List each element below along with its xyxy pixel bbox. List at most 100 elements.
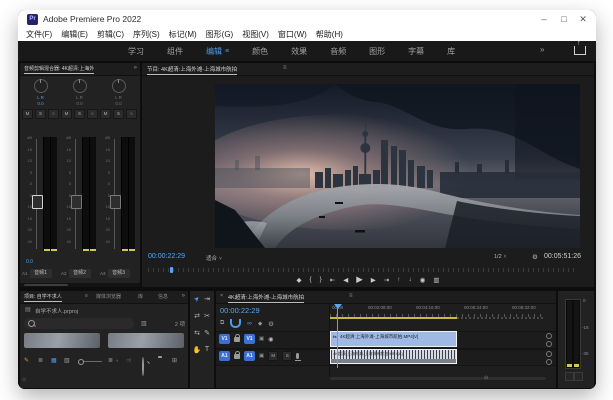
- mark-in-button[interactable]: {: [309, 276, 311, 283]
- menu-edit[interactable]: 编辑(E): [61, 29, 88, 40]
- mixer-scrollbar[interactable]: [20, 283, 140, 287]
- project-overflow-icon[interactable]: »: [182, 293, 185, 299]
- menu-clip[interactable]: 剪辑(C): [97, 29, 124, 40]
- quick-export-icon[interactable]: [574, 46, 586, 55]
- workspace-tab-assembly[interactable]: 组件: [167, 46, 183, 57]
- target-track-v1[interactable]: V1: [244, 334, 255, 344]
- target-track-a1[interactable]: A1: [244, 351, 255, 361]
- video-clip[interactable]: fx 4K超清:上海外滩-上海城市航拍.MP4[V]: [330, 331, 457, 347]
- step-forward-button[interactable]: ▶: [371, 276, 376, 284]
- track-scroll-handle[interactable]: [546, 341, 552, 347]
- scrollbar-center-dot[interactable]: ⊙: [484, 375, 488, 381]
- maximize-button[interactable]: □: [556, 12, 572, 26]
- pan-knob[interactable]: [73, 79, 87, 93]
- workspace-overflow-icon[interactable]: »: [540, 45, 544, 54]
- lock-icon[interactable]: [234, 354, 240, 359]
- timeline-add-marker-icon[interactable]: ◆: [258, 321, 262, 327]
- work-area-bar[interactable]: [330, 317, 457, 319]
- razor-tool[interactable]: ✂: [204, 312, 210, 320]
- list-view-icon[interactable]: ≣: [38, 357, 43, 364]
- play-button[interactable]: ▶: [356, 274, 363, 285]
- program-current-timecode[interactable]: 00:00:22:29: [148, 253, 185, 260]
- menu-view[interactable]: 视图(V): [242, 29, 269, 40]
- add-marker-button[interactable]: ◆: [296, 276, 301, 284]
- workspace-tab-color[interactable]: 颜色: [252, 46, 268, 57]
- go-to-in-button[interactable]: ⇤: [330, 276, 335, 284]
- timeline-settings-icon[interactable]: ⚙: [268, 320, 274, 328]
- program-scrubber[interactable]: [148, 268, 578, 272]
- fit-dropdown[interactable]: 适合˅: [206, 254, 222, 262]
- pan-value[interactable]: 0.0: [100, 101, 137, 106]
- timeline-panel-menu-icon[interactable]: ≡: [349, 293, 353, 299]
- ripple-edit-tool[interactable]: ⇄: [194, 312, 200, 320]
- media-browser-tab[interactable]: 媒体浏览器: [96, 293, 121, 300]
- automate-to-sequence-icon[interactable]: ⇉: [126, 357, 131, 364]
- mixer-overflow-icon[interactable]: »: [134, 65, 137, 71]
- timeline-timecode[interactable]: 00:00:22:29: [220, 306, 260, 315]
- timeline-scrollbar[interactable]: ⊙: [330, 377, 546, 380]
- fader-handle[interactable]: [110, 195, 121, 209]
- sync-lock-icon[interactable]: ▣: [259, 353, 264, 359]
- audio-clip[interactable]: 4K超清:上海外滩-上海城市航拍.MP4[A]: [330, 349, 457, 364]
- pan-value[interactable]: 0.0: [22, 101, 59, 106]
- export-frame-button[interactable]: ◉: [420, 276, 426, 284]
- menu-graphics[interactable]: 图形(G): [206, 29, 234, 40]
- extract-button[interactable]: ↓: [408, 276, 411, 283]
- keyframe-button[interactable]: ○: [87, 109, 98, 119]
- solo-button[interactable]: S: [74, 109, 85, 119]
- new-item-icon[interactable]: ⊞: [172, 357, 177, 364]
- minimize-button[interactable]: –: [536, 12, 552, 26]
- workspace-tab-libraries[interactable]: 库: [447, 46, 455, 57]
- playhead-line[interactable]: [337, 304, 338, 368]
- source-patch-v1[interactable]: V1: [219, 334, 230, 344]
- solo-button[interactable]: S: [35, 109, 46, 119]
- project-item-thumbnail-2[interactable]: [108, 333, 184, 348]
- linked-selection-icon[interactable]: ∞: [247, 320, 252, 327]
- timeline-tab-close-icon[interactable]: ×: [220, 293, 223, 299]
- snap-toggle-icon[interactable]: [230, 319, 241, 328]
- mixer-tab[interactable]: 音频剪辑混合器: 4K超清:上海外: [24, 65, 94, 74]
- type-tool[interactable]: T: [205, 346, 209, 354]
- zoom-slider-handle[interactable]: [78, 359, 84, 365]
- workspace-tab-captions[interactable]: 字幕: [408, 46, 424, 57]
- timeline-tab[interactable]: 4K超清:上海外滩-上海城市航拍: [228, 293, 304, 303]
- track-scroll-handle[interactable]: [546, 359, 552, 365]
- source-patch-a1[interactable]: A1: [219, 351, 230, 361]
- find-icon[interactable]: [142, 357, 144, 376]
- lock-icon[interactable]: [234, 337, 240, 342]
- menu-file[interactable]: 文件(F): [26, 29, 52, 40]
- program-monitor-tab[interactable]: 节目: 4K超清:上海外滩-上海城市航拍: [147, 65, 237, 75]
- sync-lock-icon[interactable]: ▣: [259, 336, 264, 342]
- mute-button[interactable]: M: [100, 109, 111, 119]
- libraries-tab[interactable]: 库: [138, 293, 143, 300]
- mute-button[interactable]: M: [22, 109, 33, 119]
- project-item-thumbnail-1[interactable]: [24, 333, 100, 348]
- breadcrumb[interactable]: 自学不求人.prproj: [35, 307, 78, 315]
- workspace-tab-learning[interactable]: 学习: [128, 46, 144, 57]
- workspace-tab-menu-icon[interactable]: ≡: [225, 48, 229, 55]
- pan-knob[interactable]: [112, 79, 126, 93]
- writable-indicator-icon[interactable]: ✎: [24, 357, 29, 364]
- comparison-view-button[interactable]: ▥: [433, 276, 439, 284]
- workspace-tab-effects[interactable]: 效果: [291, 46, 307, 57]
- go-to-out-button[interactable]: ⇥: [384, 276, 389, 284]
- project-panel-menu-icon[interactable]: ≡: [85, 293, 88, 299]
- icon-view-icon[interactable]: ▦: [51, 357, 57, 364]
- hand-tool[interactable]: ✋: [193, 346, 202, 354]
- pan-knob[interactable]: [34, 79, 48, 93]
- video-preview[interactable]: [215, 84, 580, 248]
- playhead-head[interactable]: [334, 304, 342, 309]
- freeform-view-icon[interactable]: ▧: [64, 357, 70, 364]
- solo-left-button[interactable]: [565, 372, 574, 381]
- info-tab[interactable]: 信息: [158, 293, 168, 300]
- pan-value[interactable]: 0.0: [61, 101, 98, 106]
- toggle-track-output-eye-icon[interactable]: ◉: [268, 336, 273, 343]
- solo-button[interactable]: S: [113, 109, 124, 119]
- monitor-settings-icon[interactable]: ⚙: [532, 253, 538, 261]
- menu-help[interactable]: 帮助(H): [316, 29, 343, 40]
- track-scroll-handle[interactable]: [546, 351, 552, 357]
- menu-markers[interactable]: 标记(M): [169, 29, 197, 40]
- solo-right-button[interactable]: [574, 372, 583, 381]
- scrubber-playhead[interactable]: [170, 267, 173, 273]
- track-solo-button[interactable]: S: [282, 351, 292, 361]
